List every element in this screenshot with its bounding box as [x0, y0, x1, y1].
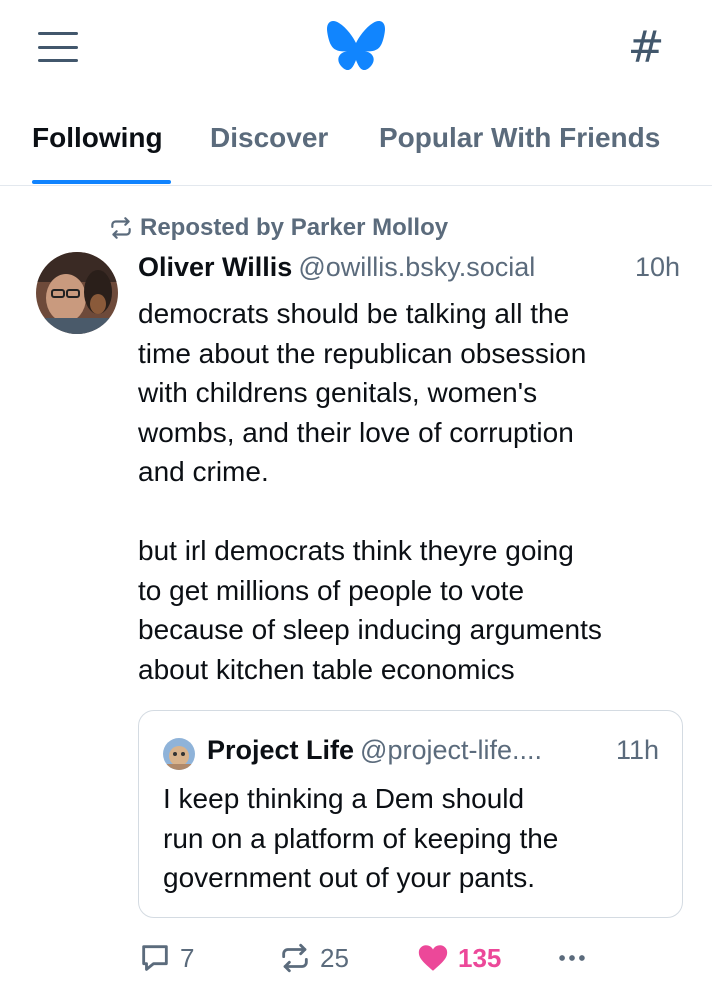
- repost-count: 25: [320, 942, 349, 973]
- like-count: 135: [458, 942, 502, 973]
- quote-text: I keep thinking a Dem should run on a pl…: [163, 783, 559, 893]
- quote-avatar[interactable]: [163, 738, 195, 770]
- author-handle[interactable]: @owillis.bsky.social: [298, 252, 535, 282]
- feed-post[interactable]: Reposted by Parker Molloy Oliver Willis @…: [0, 186, 712, 1000]
- tab-following[interactable]: Following: [32, 122, 163, 154]
- author-name[interactable]: Oliver Willis: [138, 252, 292, 282]
- active-tab-indicator: [32, 180, 171, 184]
- feed-tabs: Following Discover Popular With Friends: [0, 96, 712, 186]
- repost-by-text: Reposted by Parker Molloy: [140, 214, 449, 241]
- hashtag-icon[interactable]: #: [626, 26, 666, 70]
- post-actions: 7 25 135: [138, 936, 698, 980]
- more-options-button[interactable]: [552, 936, 592, 980]
- repost-label[interactable]: Reposted by Parker Molloy: [108, 214, 448, 242]
- top-bar: #: [0, 0, 712, 96]
- quote-author-name[interactable]: Project Life: [207, 735, 354, 765]
- tab-discover[interactable]: Discover: [210, 122, 328, 154]
- quote-time[interactable]: 11h: [616, 735, 659, 766]
- author-avatar-image: [36, 252, 118, 334]
- quote-avatar-image: [163, 738, 195, 770]
- hamburger-menu-icon[interactable]: [38, 32, 78, 62]
- quote-author-handle[interactable]: @project-life....: [360, 735, 542, 765]
- repost-icon: [282, 943, 308, 973]
- like-button[interactable]: 135: [416, 936, 501, 980]
- avatar[interactable]: [36, 252, 118, 334]
- tab-popular-with-friends[interactable]: Popular With Friends: [379, 122, 660, 154]
- repost-button[interactable]: 25: [278, 936, 349, 980]
- post-author[interactable]: Oliver Willis @owillis.bsky.social 10h: [138, 252, 686, 286]
- quoted-post[interactable]: Project Life @project-life.... 11h I keep…: [138, 710, 683, 918]
- post-time[interactable]: 10h: [635, 252, 680, 283]
- reply-button[interactable]: 7: [138, 936, 194, 980]
- quote-author[interactable]: Project Life @project-life.... 11h: [207, 735, 667, 766]
- repost-icon: [111, 217, 131, 239]
- post-text: democrats should be talking all the time…: [138, 298, 602, 685]
- butterfly-logo[interactable]: [326, 20, 386, 74]
- heart-icon: [418, 945, 448, 971]
- ellipsis-icon: [559, 955, 585, 961]
- reply-count: 7: [180, 942, 195, 973]
- speech-bubble-icon: [142, 945, 168, 971]
